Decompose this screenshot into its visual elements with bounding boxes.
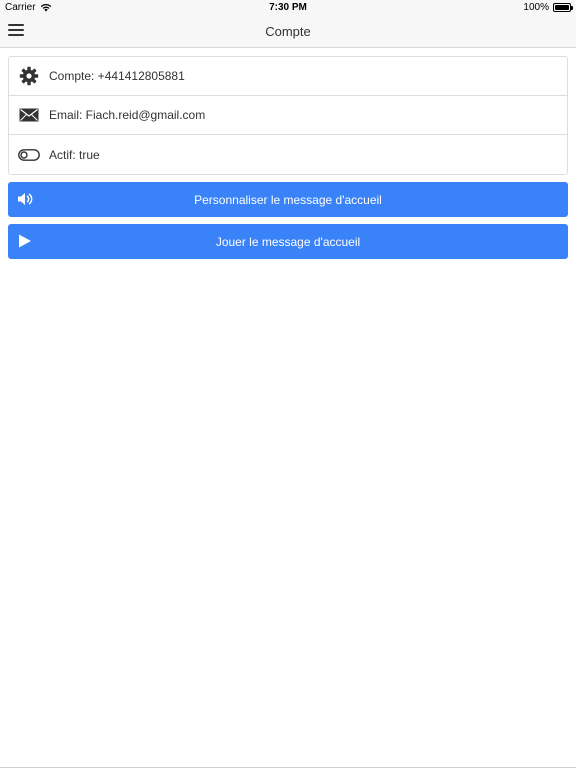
customize-greeting-button[interactable]: Personnaliser le message d'accueil [8, 182, 568, 217]
account-number: Compte: +441412805881 [49, 69, 185, 83]
play-icon [19, 234, 31, 248]
toggle-icon [18, 144, 40, 166]
status-right: 100% [523, 2, 573, 13]
speaker-icon [18, 193, 33, 205]
list-item-email: Email: Fiach.reid@gmail.com [9, 96, 567, 135]
email-value: Email: Fiach.reid@gmail.com [49, 108, 206, 122]
nav-bar: Compte [0, 16, 576, 48]
gear-icon [18, 65, 40, 87]
play-greeting-label: Jouer le message d'accueil [215, 234, 361, 249]
customize-greeting-label: Personnaliser le message d'accueil [194, 192, 382, 207]
status-bar: Carrier 7:30 PM 100% [0, 0, 576, 16]
account-list: Compte: +441412805881 Email: Fiach.reid@… [8, 56, 568, 175]
page-title: Compte [265, 24, 311, 39]
battery-icon [553, 3, 573, 12]
battery-percent: 100% [523, 2, 549, 13]
play-greeting-button[interactable]: Jouer le message d'accueil [8, 224, 568, 259]
list-item-account: Compte: +441412805881 [9, 57, 567, 96]
status-time: 7:30 PM [269, 2, 307, 13]
list-item-active: Actif: true [9, 135, 567, 174]
envelope-icon [18, 104, 40, 126]
active-status: Actif: true [49, 147, 100, 162]
